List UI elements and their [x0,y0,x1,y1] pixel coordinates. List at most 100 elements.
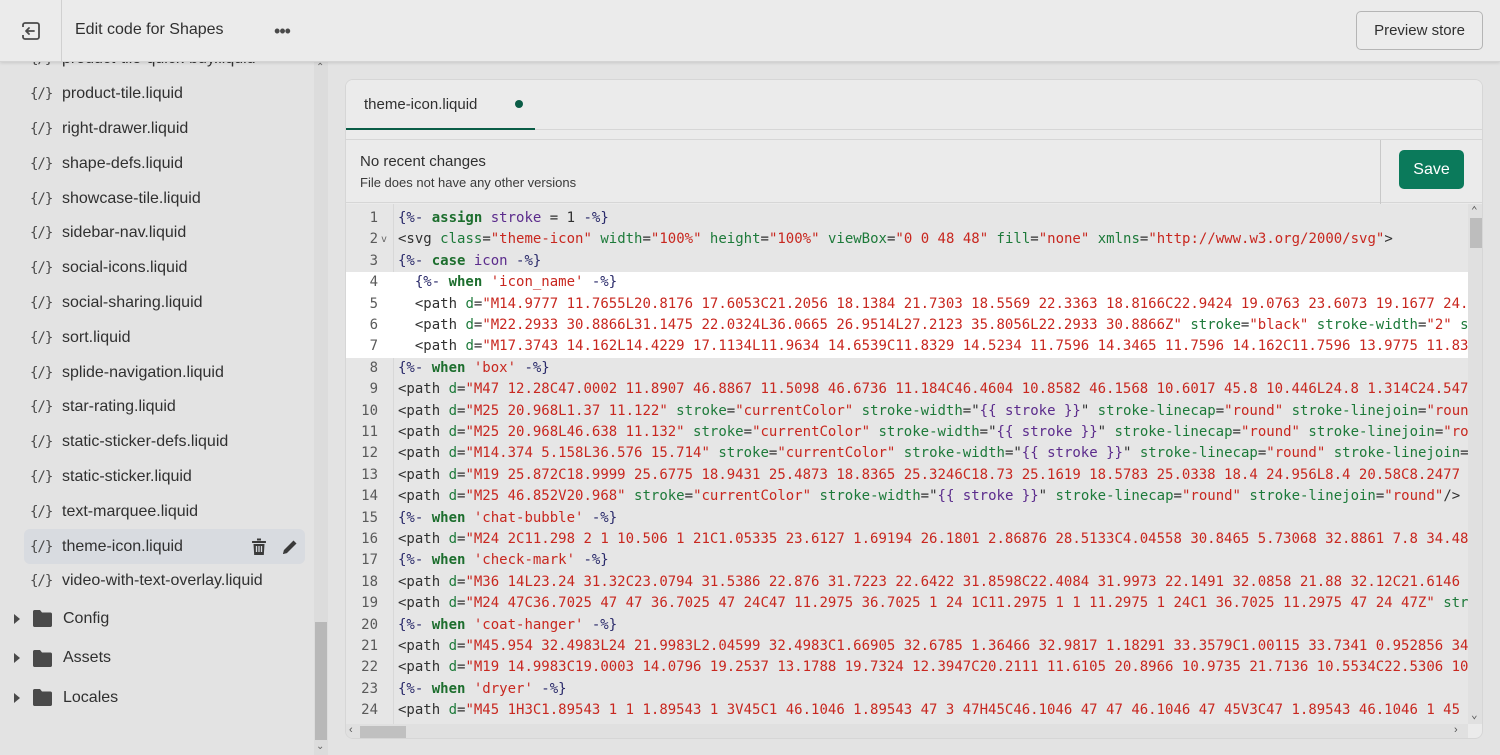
code-line[interactable]: 20 {%- when 'coat-hanger' -%} [346,615,1468,636]
code-token: stroke [709,445,769,462]
code-token: d [465,295,474,312]
code-token: = [726,402,736,419]
folder-item[interactable]: Locales [0,678,314,718]
file-item[interactable]: {/} social-sharing.liquid [0,286,314,321]
scroll-up-icon[interactable]: ⌃ [1471,204,1478,217]
file-item[interactable]: {/} star-rating.liquid [0,390,314,425]
code-line[interactable]: 8 {%- when 'box' -%} [346,358,1468,379]
line-number: 18 [361,573,378,590]
file-item[interactable]: {/} social-icons.liquid [0,251,314,286]
trash-icon[interactable] [251,538,267,556]
file-list: {/} product-tile-quick-buy.liquid {/} produ… [0,62,314,717]
code-text: <path d="M19 25.872C18.9999 25.6775 18.9… [398,465,1477,486]
app-title: Edit code for Shapes [75,21,224,38]
code-line[interactable]: 21 <path d="M45.954 32.4983L24 21.9983L2.… [346,636,1477,657]
file-item[interactable]: {/} video-with-text-overlay.liquid [0,564,314,599]
sidebar-scrollbar[interactable]: ⌃ ⌄ [314,62,328,755]
code-line[interactable]: 17 {%- when 'check-mark' -%} [346,550,1468,571]
code-token: "M19 14.9983C19.0003 14.0796 19.2537 13.… [465,659,1477,676]
file-label: showcase-tile.liquid [62,189,201,207]
expand-caret-icon[interactable] [14,613,20,624]
code-line[interactable]: 3 {%- case icon -%} [346,251,1468,272]
file-item[interactable]: {/} product-tile.liquid [0,77,314,112]
file-item[interactable]: {/} theme-icon.liquid [24,529,305,564]
folder-label: Assets [63,649,112,666]
code-line[interactable]: 23 {%- when 'dryer' -%} [346,679,1468,700]
expand-caret-icon[interactable] [14,692,20,703]
expand-caret-icon[interactable] [14,653,20,663]
file-item[interactable]: {/} splide-navigation.liquid [0,355,314,390]
code-line[interactable]: 13 <path d="M19 25.872C18.9999 25.6775 18… [346,465,1477,486]
code-line[interactable]: 10 <path d = "M25 20.968L1.37 11.122" strok… [346,401,1477,422]
folder-item[interactable]: Assets [0,638,314,678]
code-line[interactable]: 1 {%- assign stroke = 1 -%} [346,208,1468,229]
scroll-down-icon[interactable]: ⌄ [1471,708,1478,721]
code-token: d [448,638,458,654]
code-editor[interactable]: 1 {%- assign stroke = 1 -%} 2 v <svg class="… [346,204,1482,724]
code-token: "M45 1H3C1.89543 1 1 1.89543 1 3V45C1 46… [465,702,1477,719]
code-text: {%- when 'box' -%} [398,358,550,379]
code-vscroll-thumb[interactable] [1470,218,1482,248]
file-label: video-with-text-overlay.liquid [62,572,263,590]
code-horizontal-scrollbar[interactable]: ‹ › [346,724,1468,738]
tab-theme-icon[interactable]: theme-icon.liquid [346,80,535,130]
line-number: 10 [361,402,378,419]
code-vertical-scrollbar[interactable]: ⌃ ⌄ [1468,204,1482,724]
code-token: "100%" [768,231,820,248]
scroll-down-icon[interactable]: ⌄ [316,741,324,752]
code-line[interactable]: 6 <path d="M22.2933 30.8866L31.1475 22.0… [346,315,1477,337]
file-item[interactable]: {/} shape-defs.liquid [0,146,314,181]
folder-icon [33,689,52,706]
sidebar-scroll-thumb[interactable] [315,622,327,740]
code-token: stroke-width [1308,317,1418,333]
scroll-left-icon[interactable]: ‹ [349,724,353,736]
fold-chevron-icon[interactable]: v [381,229,387,250]
code-line[interactable]: 15 {%- when 'chat-bubble' -%} [346,508,1468,529]
file-label: splide-navigation.liquid [62,363,224,381]
scroll-up-icon[interactable]: ⌃ [316,62,324,73]
file-item[interactable]: {/} text-marquee.liquid [0,494,314,529]
exit-button[interactable] [0,0,62,62]
code-line[interactable]: 19 <path d="M24 47C36.7025 47 47 36.7025 … [346,593,1477,614]
code-hscroll-thumb[interactable] [360,726,406,738]
code-line[interactable]: 24 <path d="M45 1H3C1.89543 1 1 1.89543 1… [346,700,1477,721]
code-line[interactable]: 16 <path d="M24 2C11.298 2 1 10.506 1 21C… [346,529,1477,550]
file-item[interactable]: {/} static-sticker.liquid [0,460,314,495]
code-line[interactable]: 14 <path d="M25 46.852V20.968" stroke="cu… [346,486,1468,507]
code-token: {%- [398,210,432,226]
code-token: "round" [1224,402,1284,419]
file-item[interactable]: {/} sort.liquid [0,320,314,355]
file-item[interactable]: {/} right-drawer.liquid [0,112,314,147]
code-line[interactable]: 7 <path d="M17.3743 14.162L14.4229 17.11… [346,336,1477,358]
file-item[interactable]: {/} sidebar-nav.liquid [0,216,314,251]
file-item[interactable]: {/} product-tile-quick-buy.liquid [0,62,314,77]
code-token: when [431,616,466,633]
code-token: d [448,466,458,483]
code-token: {{ stroke }} [996,424,1098,440]
edit-pencil-icon[interactable] [281,538,299,556]
code-line[interactable]: 2 v <svg class="theme-icon" width="100%" h… [346,229,1468,250]
scroll-right-icon[interactable]: › [1454,724,1458,736]
code-line[interactable]: 11 <path d = "M25 20.968L46.638 11.132" str… [346,422,1477,443]
code-line[interactable]: 5 <path d="M14.9777 11.7655L20.8176 17.6… [346,293,1477,315]
code-line[interactable]: 12 <path d = "M14.374 5.158L36.576 15.714" … [346,443,1477,464]
file-item[interactable]: {/} showcase-tile.liquid [0,181,314,216]
save-button[interactable]: Save [1399,150,1464,189]
code-token: <path [398,381,449,398]
preview-store-button[interactable]: Preview store [1356,11,1483,50]
code-token: d [448,402,458,419]
more-actions-button[interactable]: ••• [266,18,298,44]
liquid-file-icon: {/} [30,294,53,311]
code-line[interactable]: 18 <path d="M36 14L23.24 31.32C23.0794 31… [346,572,1477,593]
tab-bar: theme-icon.liquid [346,80,1482,130]
code-line[interactable]: 22 <path d="M19 14.9983C19.0003 14.0796 1… [346,657,1477,678]
code-line[interactable]: 9 <path d="M47 12.28C47.0002 11.8907 46.8… [346,379,1477,400]
code-text: {%- when 'dryer' -%} [398,679,567,700]
code-token: = [760,231,769,248]
liquid-file-icon: {/} [30,573,53,590]
code-line[interactable]: 4 {%- when 'icon_name' -%} [346,272,1468,294]
file-item[interactable]: {/} static-sticker-defs.liquid [0,425,314,460]
code-token: "2" [1426,317,1452,333]
folder-item[interactable]: Config [0,599,314,639]
